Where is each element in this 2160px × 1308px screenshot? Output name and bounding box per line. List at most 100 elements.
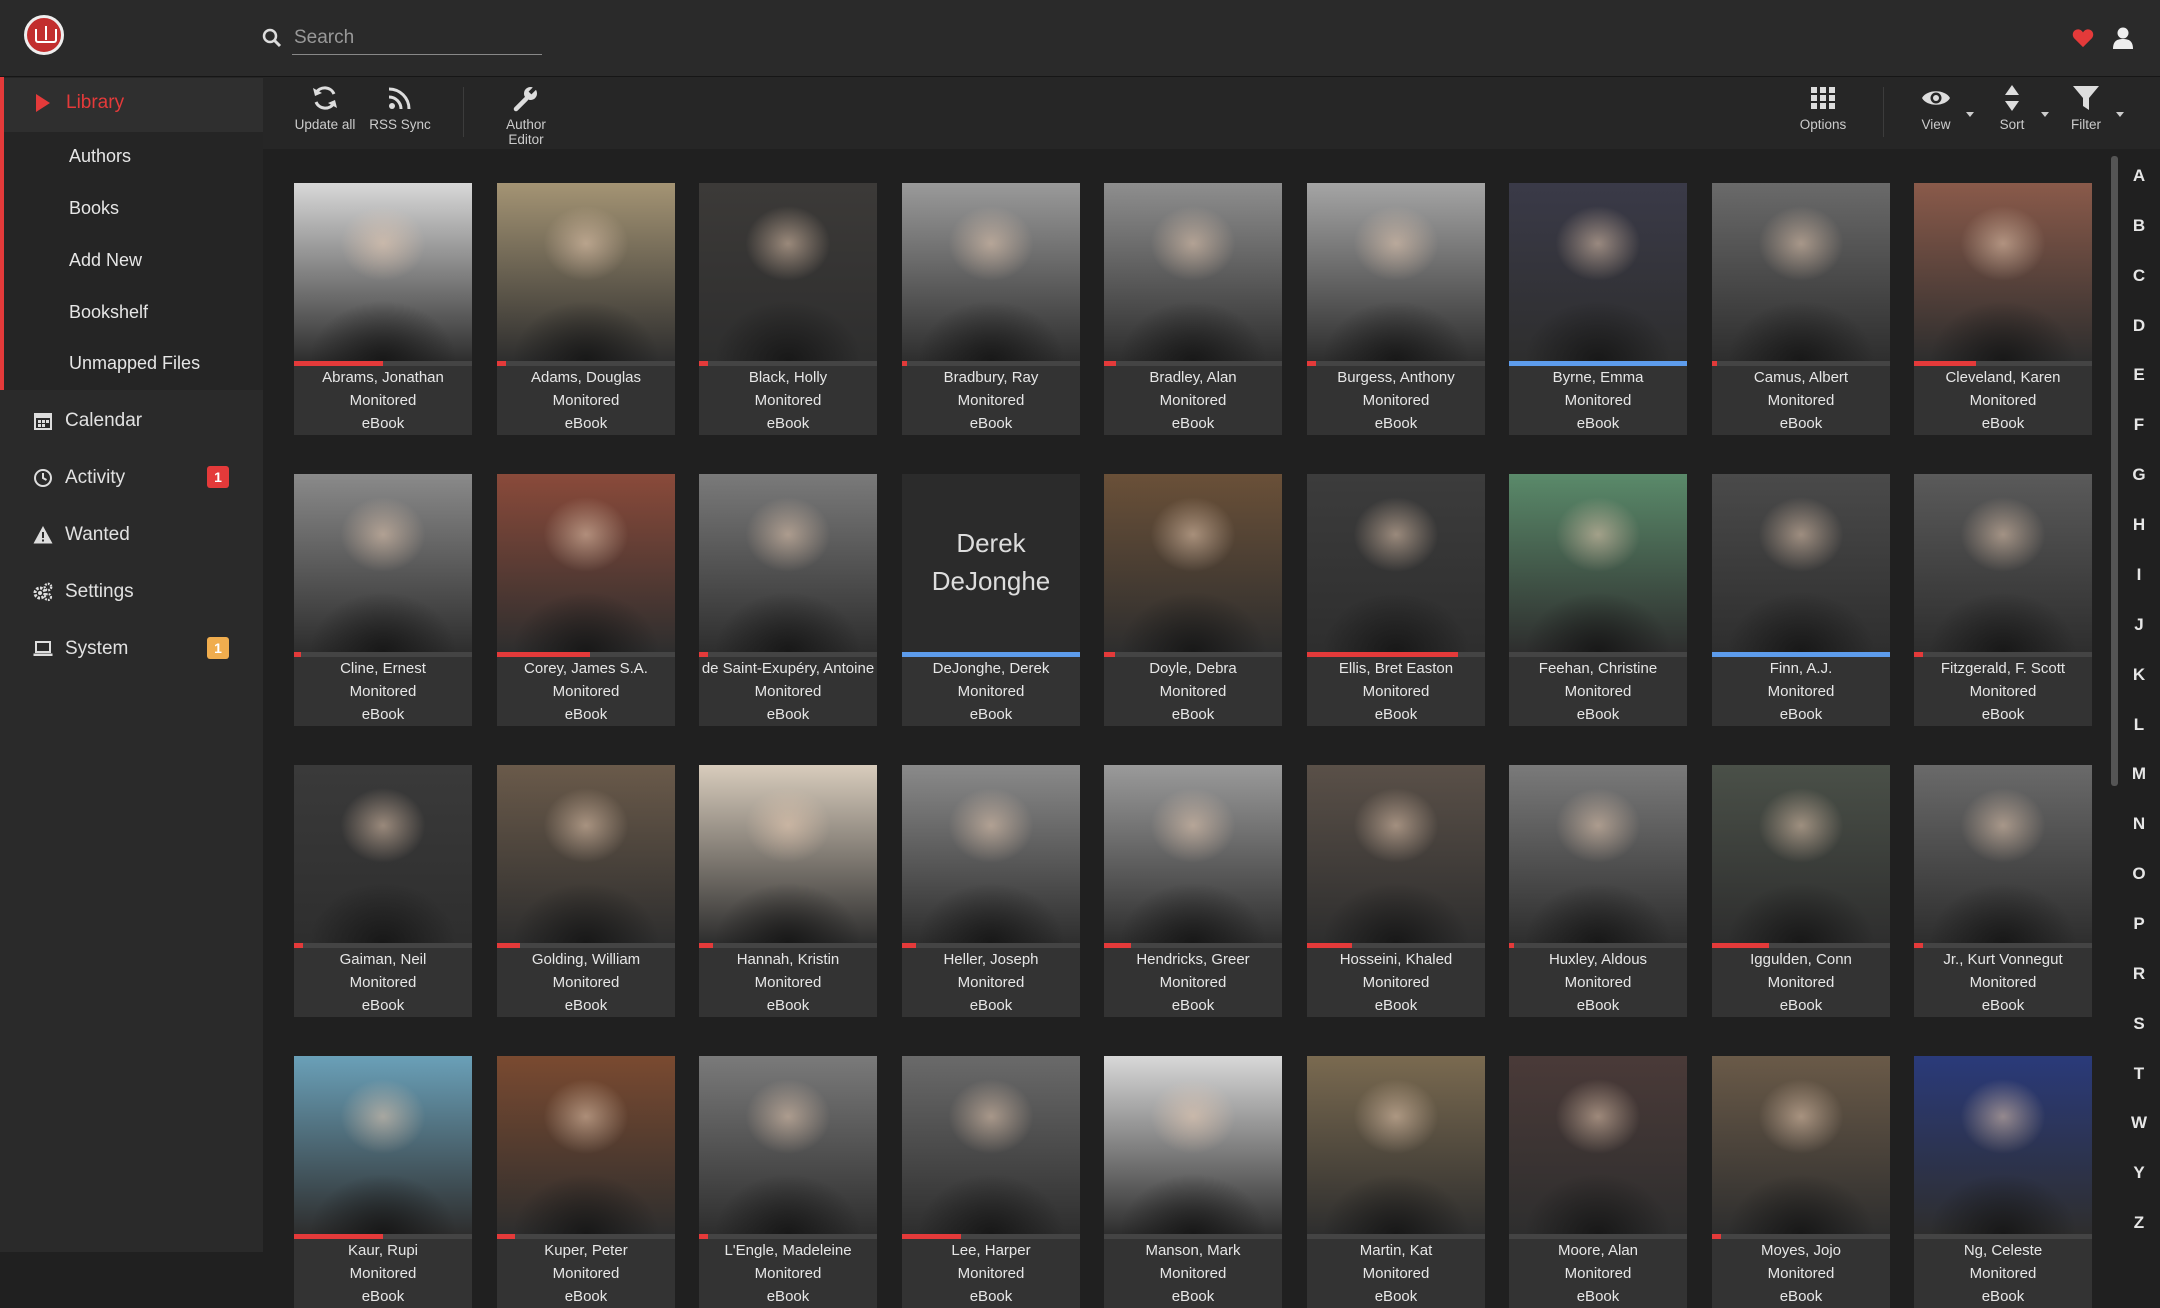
jump-letter[interactable]: S (2118, 1014, 2160, 1034)
author-photo[interactable] (1914, 1056, 2092, 1234)
author-card[interactable]: Derek DeJonghe DeJonghe, Derek Monitored eBo… (902, 474, 1080, 726)
author-photo[interactable] (1307, 474, 1485, 652)
author-name[interactable]: Manson, Mark (1104, 1242, 1282, 1259)
author-photo[interactable] (1307, 183, 1485, 361)
author-name[interactable]: DeJonghe, Derek (902, 660, 1080, 677)
author-card[interactable]: Ellis, Bret Easton Monitored eBook (1307, 474, 1485, 726)
author-name[interactable]: Kuper, Peter (497, 1242, 675, 1259)
author-photo[interactable] (1712, 765, 1890, 943)
jump-letter[interactable]: Y (2118, 1163, 2160, 1183)
author-photo[interactable] (497, 183, 675, 361)
jump-letter[interactable]: I (2118, 565, 2160, 585)
author-name[interactable]: Black, Holly (699, 369, 877, 386)
author-card[interactable]: Hosseini, Khaled Monitored eBook (1307, 765, 1485, 1017)
sort-button[interactable]: Sort (1981, 83, 2043, 132)
author-photo[interactable] (1307, 765, 1485, 943)
author-name[interactable]: Martin, Kat (1307, 1242, 1485, 1259)
author-photo[interactable] (1712, 474, 1890, 652)
jump-letter[interactable]: O (2118, 864, 2160, 884)
author-card[interactable]: Huxley, Aldous Monitored eBook (1509, 765, 1687, 1017)
sidebar-subitem-books[interactable]: Books (69, 198, 119, 219)
author-photo[interactable] (497, 474, 675, 652)
author-card[interactable]: Gaiman, Neil Monitored eBook (294, 765, 472, 1017)
author-card[interactable]: Hannah, Kristin Monitored eBook (699, 765, 877, 1017)
author-name[interactable]: Burgess, Anthony (1307, 369, 1485, 386)
filter-button[interactable]: Filter (2055, 83, 2117, 132)
author-name[interactable]: Abrams, Jonathan (294, 369, 472, 386)
author-name[interactable]: Jr., Kurt Vonnegut (1914, 951, 2092, 968)
sort-dropdown-caret[interactable] (2041, 112, 2049, 117)
author-photo[interactable] (1104, 474, 1282, 652)
author-card[interactable]: Lee, Harper Monitored eBook (902, 1056, 1080, 1308)
scrollbar[interactable] (2111, 156, 2118, 786)
author-card[interactable]: Iggulden, Conn Monitored eBook (1712, 765, 1890, 1017)
rss-sync-button[interactable]: RSS Sync (368, 83, 432, 132)
author-card[interactable]: Golding, William Monitored eBook (497, 765, 675, 1017)
author-photo[interactable] (699, 474, 877, 652)
sidebar-subitem-unmapped-files[interactable]: Unmapped Files (69, 353, 200, 374)
author-name[interactable]: Hannah, Kristin (699, 951, 877, 968)
sidebar-item-system[interactable]: System 1 (0, 625, 263, 673)
sidebar-item-activity[interactable]: Activity 1 (0, 454, 263, 502)
jump-letter[interactable]: B (2118, 216, 2160, 236)
author-photo[interactable] (1914, 765, 2092, 943)
author-card[interactable]: Cline, Ernest Monitored eBook (294, 474, 472, 726)
author-card[interactable]: Kuper, Peter Monitored eBook (497, 1056, 675, 1308)
search-input[interactable] (292, 22, 542, 55)
author-photo[interactable] (294, 1056, 472, 1234)
author-photo[interactable] (1712, 183, 1890, 361)
author-name[interactable]: Golding, William (497, 951, 675, 968)
author-photo[interactable] (1509, 183, 1687, 361)
author-photo[interactable] (1307, 1056, 1485, 1234)
author-name[interactable]: Ng, Celeste (1914, 1242, 2092, 1259)
author-card[interactable]: Black, Holly Monitored eBook (699, 183, 877, 435)
author-name[interactable]: Feehan, Christine (1509, 660, 1687, 677)
sidebar-item-library[interactable]: Library (4, 78, 263, 132)
jump-letter[interactable]: C (2118, 266, 2160, 286)
author-name[interactable]: Camus, Albert (1712, 369, 1890, 386)
view-dropdown-caret[interactable] (1966, 112, 1974, 117)
author-card[interactable]: Feehan, Christine Monitored eBook (1509, 474, 1687, 726)
author-photo[interactable] (294, 183, 472, 361)
jump-letter[interactable]: M (2118, 764, 2160, 784)
author-photo[interactable] (699, 183, 877, 361)
sidebar-item-wanted[interactable]: Wanted (0, 511, 263, 559)
options-button[interactable]: Options (1788, 83, 1858, 132)
jump-letter[interactable]: G (2118, 465, 2160, 485)
author-card[interactable]: Bradbury, Ray Monitored eBook (902, 183, 1080, 435)
author-photo[interactable]: Derek DeJonghe (902, 474, 1080, 652)
author-card[interactable]: Heller, Joseph Monitored eBook (902, 765, 1080, 1017)
author-editor-button[interactable]: Author Editor (491, 83, 561, 147)
author-card[interactable]: L'Engle, Madeleine Monitored eBook (699, 1056, 877, 1308)
author-card[interactable]: Camus, Albert Monitored eBook (1712, 183, 1890, 435)
jump-letter[interactable]: J (2118, 615, 2160, 635)
jump-letter[interactable]: L (2118, 715, 2160, 735)
author-name[interactable]: Gaiman, Neil (294, 951, 472, 968)
jump-letter[interactable]: W (2118, 1113, 2160, 1133)
author-photo[interactable] (1712, 1056, 1890, 1234)
author-name[interactable]: L'Engle, Madeleine (699, 1242, 877, 1259)
author-name[interactable]: Adams, Douglas (497, 369, 675, 386)
jump-letter[interactable]: N (2118, 814, 2160, 834)
filter-dropdown-caret[interactable] (2116, 112, 2124, 117)
author-name[interactable]: de Saint-Exupéry, Antoine (699, 660, 877, 677)
author-card[interactable]: Manson, Mark Monitored eBook (1104, 1056, 1282, 1308)
author-name[interactable]: Heller, Joseph (902, 951, 1080, 968)
author-name[interactable]: Moyes, Jojo (1712, 1242, 1890, 1259)
author-name[interactable]: Ellis, Bret Easton (1307, 660, 1485, 677)
jump-letter[interactable]: D (2118, 316, 2160, 336)
author-name[interactable]: Huxley, Aldous (1509, 951, 1687, 968)
author-name[interactable]: Doyle, Debra (1104, 660, 1282, 677)
author-photo[interactable] (1914, 474, 2092, 652)
author-name[interactable]: Bradbury, Ray (902, 369, 1080, 386)
author-card[interactable]: Moore, Alan Monitored eBook (1509, 1056, 1687, 1308)
author-name[interactable]: Fitzgerald, F. Scott (1914, 660, 2092, 677)
user-icon[interactable] (2112, 26, 2134, 50)
author-photo[interactable] (497, 765, 675, 943)
author-name[interactable]: Cleveland, Karen (1914, 369, 2092, 386)
sidebar-subitem-bookshelf[interactable]: Bookshelf (69, 302, 148, 323)
jump-letter[interactable]: R (2118, 964, 2160, 984)
author-photo[interactable] (1509, 1056, 1687, 1234)
author-card[interactable]: Moyes, Jojo Monitored eBook (1712, 1056, 1890, 1308)
author-name[interactable]: Corey, James S.A. (497, 660, 675, 677)
